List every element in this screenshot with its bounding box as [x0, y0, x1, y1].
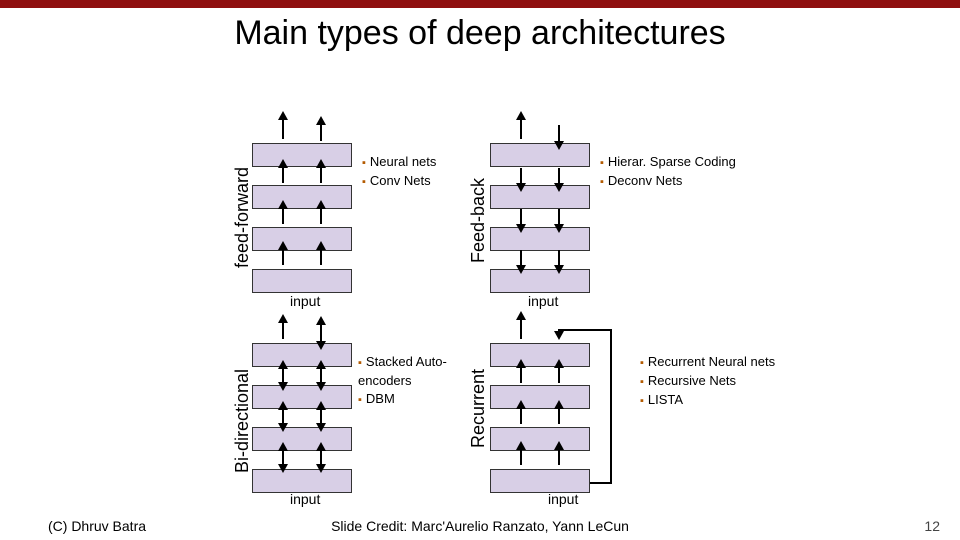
- layer-box: [252, 185, 352, 209]
- input-label: input: [290, 491, 320, 507]
- layer-box: [490, 143, 590, 167]
- bullet-item: Neural nets: [362, 153, 457, 172]
- bullet-item: Conv Nets: [362, 172, 457, 191]
- label-bidirectional: Bi-directional: [232, 369, 253, 473]
- layer-box: [490, 385, 590, 409]
- layer-box: [490, 427, 590, 451]
- layer-box: [490, 185, 590, 209]
- bullets-recurrent: Recurrent Neural nets Recursive Nets LIS…: [640, 353, 810, 410]
- slide-content: feed-forward Feed-back Bi-directional Re…: [0, 53, 960, 493]
- input-label: input: [548, 491, 578, 507]
- layer-box: [490, 227, 590, 251]
- slide-title: Main types of deep architectures: [0, 14, 960, 53]
- label-feedforward: feed-forward: [232, 167, 253, 268]
- layer-box: [490, 343, 590, 367]
- bullet-item: Recurrent Neural nets: [640, 353, 810, 372]
- layer-box: [252, 227, 352, 251]
- layer-box: [252, 269, 352, 293]
- page-number: 12: [924, 518, 940, 534]
- label-feedback: Feed-back: [468, 178, 489, 263]
- bullet-item: Stacked Auto-encoders: [358, 353, 458, 390]
- panel-feedforward: [252, 143, 352, 311]
- panel-recurrent: [490, 343, 590, 511]
- footer-credit: Slide Credit: Marc'Aurelio Ranzato, Yann…: [0, 518, 960, 534]
- layer-box: [252, 469, 352, 493]
- input-label: input: [290, 293, 320, 309]
- input-label: input: [528, 293, 558, 309]
- layer-box: [252, 343, 352, 367]
- top-bar: [0, 0, 960, 8]
- panel-bidirectional: [252, 343, 352, 511]
- layer-box: [490, 269, 590, 293]
- bullet-item: Hierar. Sparse Coding: [600, 153, 770, 172]
- layer-box: [252, 427, 352, 451]
- layer-box: [252, 385, 352, 409]
- bullet-item: Recursive Nets: [640, 372, 810, 391]
- layer-box: [490, 469, 590, 493]
- bullets-bidirectional: Stacked Auto-encoders DBM: [358, 353, 458, 409]
- layer-box: [252, 143, 352, 167]
- bullets-feedback: Hierar. Sparse Coding Deconv Nets: [600, 153, 770, 191]
- bullet-item: LISTA: [640, 391, 810, 410]
- label-recurrent: Recurrent: [468, 369, 489, 448]
- bullet-item: Deconv Nets: [600, 172, 770, 191]
- panel-feedback: [490, 143, 590, 311]
- bullet-item: DBM: [358, 390, 458, 409]
- bullets-feedforward: Neural nets Conv Nets: [362, 153, 457, 191]
